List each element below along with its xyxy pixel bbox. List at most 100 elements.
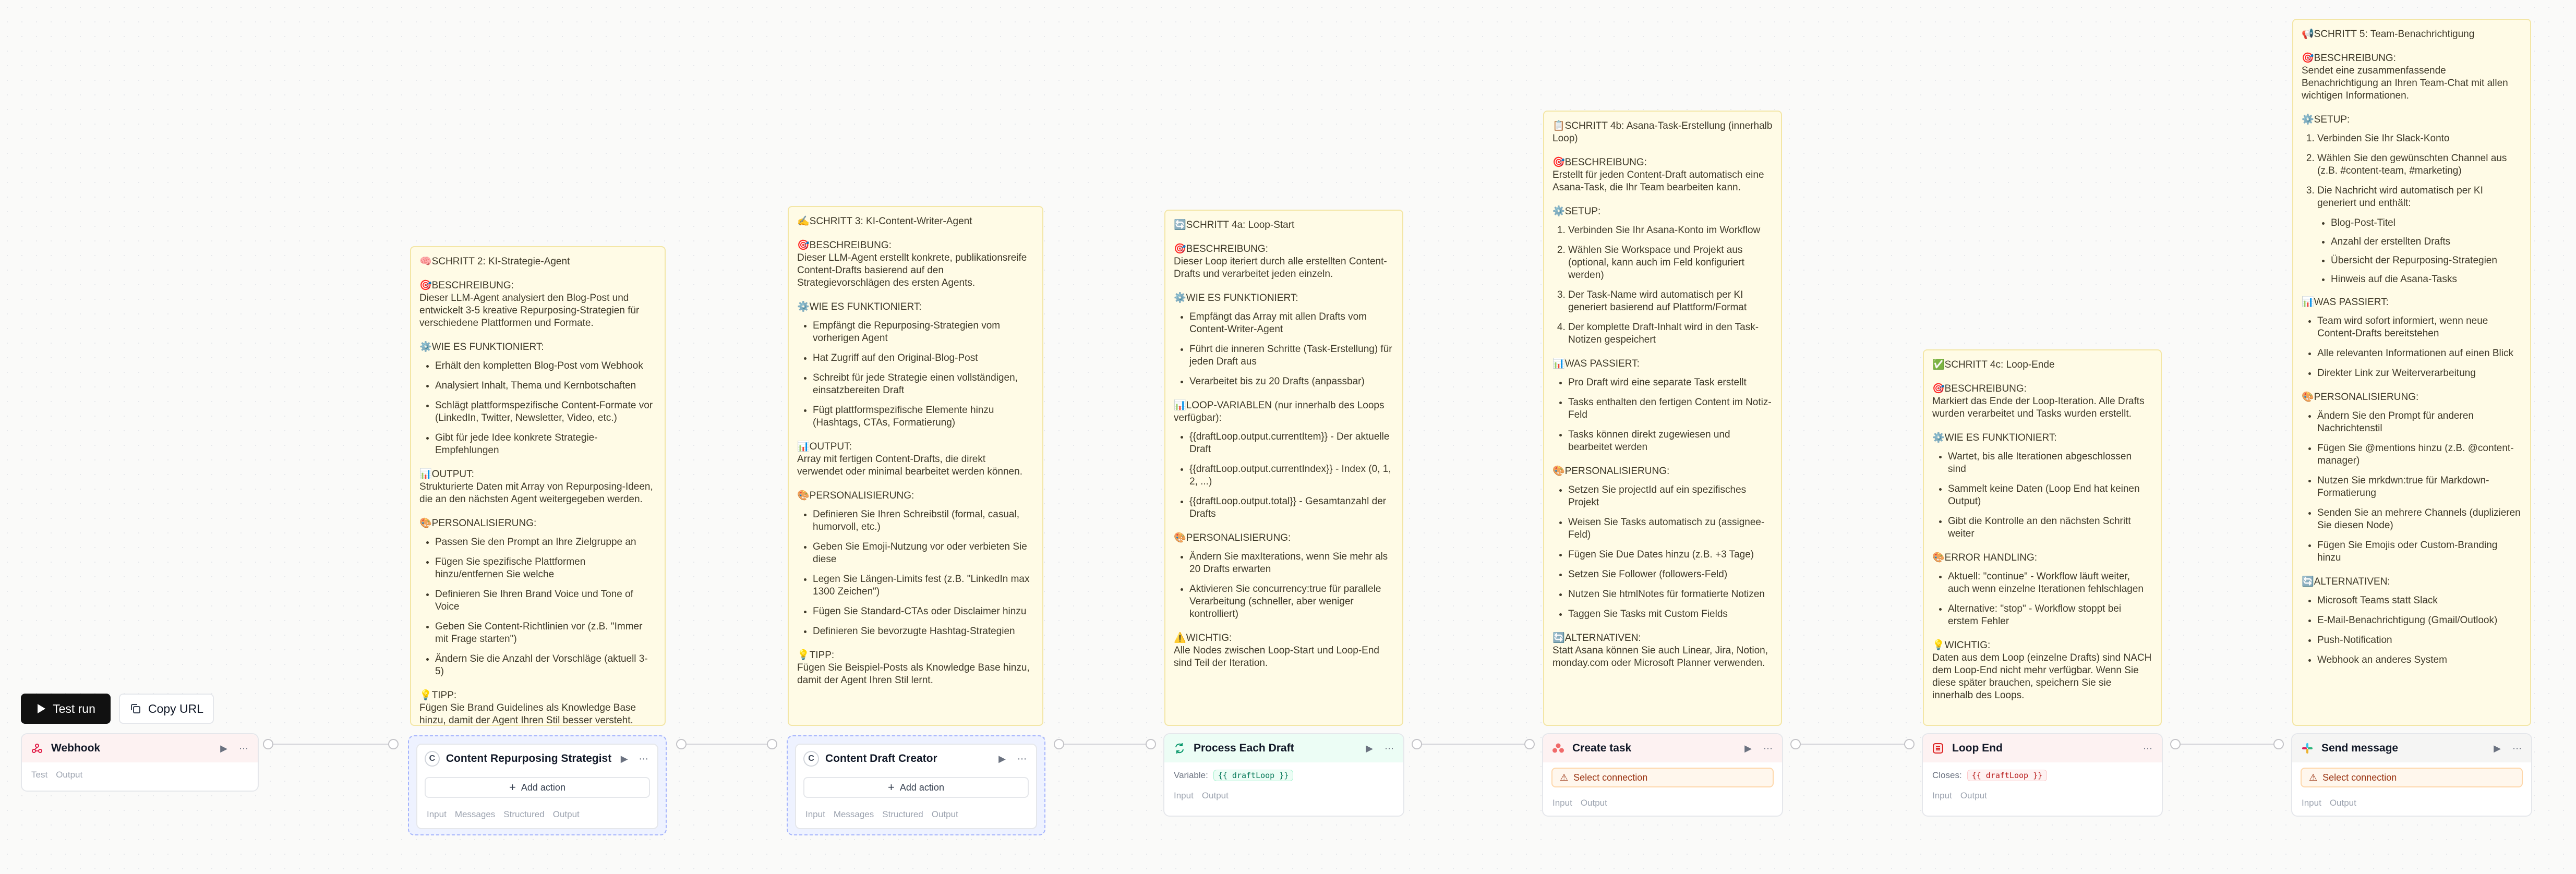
input-port[interactable]: [2273, 739, 2284, 749]
note-heading: ⚙️WIE ES FUNKTIONIERT:: [1932, 432, 2057, 443]
note-heading: 🎨PERSONALISIERUNG:: [419, 518, 537, 529]
loop-icon: [1172, 741, 1187, 756]
more-icon[interactable]: ⋯: [237, 743, 250, 754]
tab-messages[interactable]: Messages: [455, 809, 495, 820]
tab-output[interactable]: Output: [2330, 798, 2356, 808]
more-icon[interactable]: ⋯: [1761, 743, 1775, 754]
edge-strategist-writer: [677, 744, 774, 745]
more-icon[interactable]: ⋯: [2141, 743, 2154, 754]
tab-input[interactable]: Input: [805, 809, 825, 820]
strategist-agent-node[interactable]: C Content Repurposing Strategist ▶ ⋯ + A…: [408, 735, 667, 835]
note-text: Strukturierte Daten mit Array von Repurp…: [419, 481, 653, 505]
tab-output[interactable]: Output: [56, 770, 82, 780]
node-header[interactable]: C Content Draft Creator ▶ ⋯: [796, 745, 1036, 773]
tab-input[interactable]: Input: [1174, 791, 1194, 801]
note-list-item: Verbinden Sie Ihr Slack-Konto: [2317, 132, 2522, 145]
plus-icon: +: [509, 781, 516, 794]
tab-input[interactable]: Input: [2302, 798, 2321, 808]
node-header[interactable]: Webhook ▶ ⋯: [22, 734, 258, 762]
warning-icon: ⚠: [1560, 772, 1569, 783]
tab-output[interactable]: Output: [1581, 798, 1607, 808]
tab-input[interactable]: Input: [427, 809, 447, 820]
note-heading: 🎨PERSONALISIERUNG:: [1552, 466, 1670, 477]
node-header[interactable]: Process Each Draft ▶ ⋯: [1164, 734, 1403, 762]
tab-input[interactable]: Input: [1552, 798, 1572, 808]
asana-create-task-node[interactable]: Create task ▶ ⋯ ⚠ Select connection Inpu…: [1542, 733, 1783, 817]
more-icon[interactable]: ⋯: [637, 754, 650, 764]
note-heading: ⚙️SETUP:: [2302, 114, 2350, 125]
note-list-item: Der komplette Draft-Inhalt wird in den T…: [1568, 321, 1773, 346]
output-port[interactable]: [2170, 739, 2181, 749]
agent-card[interactable]: C Content Draft Creator ▶ ⋯ + Add action…: [795, 744, 1037, 829]
note-list-item: Fügen Sie Due Dates hinzu (z.B. +3 Tage): [1568, 549, 1773, 561]
copy-url-button[interactable]: Copy URL: [119, 694, 214, 724]
note-list-item: {{draftLoop.output.currentItem}} - Der a…: [1189, 431, 1394, 456]
sticky-note-step5[interactable]: 📢SCHRITT 5: Team-Benachrichtigung 🎯BESCH…: [2292, 19, 2531, 726]
tab-test[interactable]: Test: [31, 770, 47, 780]
input-port[interactable]: [1524, 739, 1535, 749]
note-list-item: Nutzen Sie mrkdwn:true für Markdown-Form…: [2317, 475, 2522, 500]
tab-messages[interactable]: Messages: [834, 809, 874, 820]
tab-structured[interactable]: Structured: [503, 809, 544, 820]
node-header[interactable]: Create task ▶ ⋯: [1543, 734, 1782, 762]
node-header[interactable]: C Content Repurposing Strategist ▶ ⋯: [417, 745, 657, 773]
more-icon[interactable]: ⋯: [1382, 743, 1396, 754]
claude-icon: C: [425, 751, 440, 767]
input-port[interactable]: [1146, 739, 1156, 749]
sticky-note-step4a[interactable]: 🔄SCHRITT 4a: Loop-Start 🎯BESCHREIBUNG: D…: [1164, 210, 1403, 726]
input-port[interactable]: [1904, 739, 1915, 749]
webhook-icon: [29, 741, 45, 756]
loop-start-node[interactable]: Process Each Draft ▶ ⋯ Variable: {{ draf…: [1163, 733, 1404, 817]
play-icon[interactable]: ▶: [618, 754, 631, 764]
input-port[interactable]: [767, 739, 777, 749]
select-connection-warning[interactable]: ⚠ Select connection: [2301, 768, 2523, 787]
variable-label: Variable:: [1174, 770, 1208, 780]
note-list-item: Webhook an anderes System: [2317, 654, 2522, 666]
output-port[interactable]: [263, 739, 273, 749]
sticky-note-step3[interactable]: ✍️SCHRITT 3: KI-Content-Writer-Agent 🎯BE…: [788, 206, 1043, 726]
tab-output[interactable]: Output: [1202, 791, 1229, 801]
note-text: Daten aus dem Loop (einzelne Drafts) sin…: [1932, 652, 2152, 701]
add-action-button[interactable]: + Add action: [803, 777, 1029, 798]
note-heading: 🎯BESCHREIBUNG:: [1932, 383, 2027, 394]
play-icon[interactable]: ▶: [217, 743, 231, 754]
tab-structured[interactable]: Structured: [882, 809, 923, 820]
loop-end-node[interactable]: Loop End ⋯ Closes: {{ draftLoop }} Input…: [1922, 733, 2163, 817]
test-run-button[interactable]: Test run: [21, 694, 111, 724]
tab-input[interactable]: Input: [1932, 791, 1952, 801]
tab-output[interactable]: Output: [553, 809, 580, 820]
play-icon[interactable]: ▶: [995, 754, 1009, 764]
output-port[interactable]: [676, 739, 687, 749]
output-port[interactable]: [1054, 739, 1064, 749]
writer-agent-node[interactable]: C Content Draft Creator ▶ ⋯ + Add action…: [787, 735, 1045, 835]
agent-card[interactable]: C Content Repurposing Strategist ▶ ⋯ + A…: [416, 744, 658, 829]
slack-send-message-node[interactable]: Send message ▶ ⋯ ⚠ Select connection Inp…: [2291, 733, 2532, 817]
play-icon[interactable]: ▶: [1741, 743, 1755, 754]
tab-output[interactable]: Output: [1960, 791, 1987, 801]
tab-output[interactable]: Output: [932, 809, 958, 820]
select-connection-warning[interactable]: ⚠ Select connection: [1551, 768, 1774, 787]
note-text: Fügen Sie Brand Guidelines als Knowledge…: [419, 702, 636, 726]
output-port[interactable]: [1412, 739, 1422, 749]
node-title: Content Repurposing Strategist: [446, 752, 612, 764]
input-port[interactable]: [388, 739, 399, 749]
note-list-item: Ändern Sie den Prompt für anderen Nachri…: [2317, 410, 2522, 435]
sticky-note-step2[interactable]: 🧠SCHRITT 2: KI-Strategie-Agent 🎯BESCHREI…: [410, 246, 666, 726]
sticky-note-step4c[interactable]: ✅SCHRITT 4c: Loop-Ende 🎯BESCHREIBUNG: Ma…: [1923, 349, 2162, 726]
node-header[interactable]: Loop End ⋯: [1923, 734, 2162, 762]
more-icon[interactable]: ⋯: [2510, 743, 2524, 754]
note-heading: ⚙️WIE ES FUNKTIONIERT:: [419, 342, 544, 353]
play-icon[interactable]: ▶: [1363, 743, 1376, 754]
add-action-button[interactable]: + Add action: [425, 777, 650, 798]
more-icon[interactable]: ⋯: [1015, 754, 1029, 764]
loop-end-icon: [1930, 741, 1946, 756]
play-icon[interactable]: ▶: [2490, 743, 2504, 754]
node-header[interactable]: Send message ▶ ⋯: [2292, 734, 2531, 762]
sticky-note-step4b[interactable]: 📋SCHRITT 4b: Asana-Task-Erstellung (inne…: [1543, 111, 1782, 726]
webhook-node[interactable]: Webhook ▶ ⋯ Test Output: [21, 733, 259, 792]
note-list-item: Definieren Sie Ihren Brand Voice und Ton…: [435, 588, 656, 613]
output-port[interactable]: [1790, 739, 1801, 749]
note-heading: ⚠️WICHTIG:: [1174, 633, 1232, 644]
note-list-item: Alle relevanten Informationen auf einen …: [2317, 347, 2522, 360]
note-text: Dieser LLM-Agent erstellt konkrete, publ…: [797, 252, 1027, 288]
